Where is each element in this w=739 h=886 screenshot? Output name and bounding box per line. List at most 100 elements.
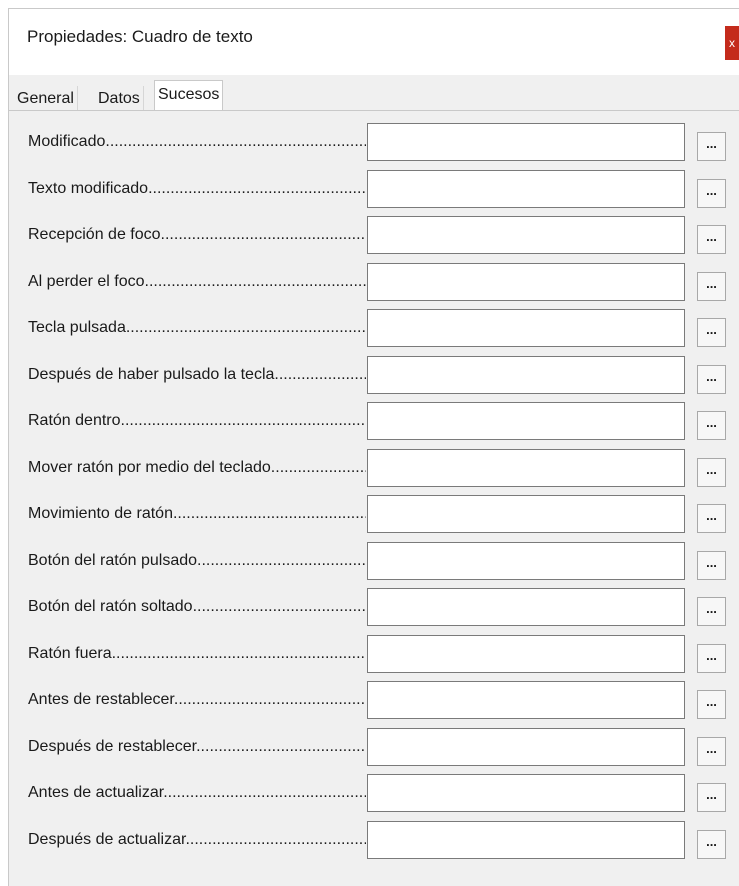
- assign-macro-button[interactable]: ...: [697, 178, 726, 208]
- event-row: Mover ratón por medio del teclado.......…: [9, 448, 739, 489]
- leader-dots: ........................................…: [105, 133, 366, 150]
- assign-macro-button[interactable]: ...: [697, 829, 726, 859]
- event-label-text: Botón del ratón soltado: [28, 598, 193, 615]
- event-macro-field[interactable]: [367, 634, 685, 673]
- event-row: Recepción de foco.......................…: [9, 216, 739, 256]
- leader-dots: ........................................…: [173, 691, 366, 708]
- event-label: Tecla pulsada...........................…: [28, 319, 366, 337]
- event-label: Antes de actualizar.....................…: [28, 784, 366, 802]
- event-label: Al perder el foco.......................…: [28, 273, 366, 291]
- event-macro-field[interactable]: [367, 262, 685, 301]
- event-label: Botón del ratón pulsado.................…: [28, 552, 366, 570]
- title-bar: Propiedades: Cuadro de texto x: [9, 9, 739, 63]
- event-macro-field[interactable]: [367, 448, 685, 487]
- event-macro-field[interactable]: [367, 774, 685, 812]
- event-label-text: Ratón fuera: [28, 644, 112, 662]
- events-panel: Modificado..............................…: [9, 110, 739, 886]
- event-row: Ratón dentro............................…: [9, 402, 739, 442]
- tab-general[interactable]: General: [14, 86, 78, 111]
- assign-macro-button[interactable]: ...: [697, 457, 726, 487]
- event-macro-field[interactable]: [367, 402, 685, 440]
- event-row: Ratón fuera.............................…: [9, 634, 739, 675]
- leader-dots: ........................................…: [270, 458, 366, 476]
- event-label-text: Ratón dentro: [28, 412, 121, 429]
- assign-macro-button[interactable]: ...: [697, 690, 726, 719]
- event-row: Modificado..............................…: [9, 123, 739, 163]
- assign-macro-button[interactable]: ...: [697, 318, 726, 347]
- assign-macro-button[interactable]: ...: [697, 132, 726, 161]
- leader-dots: ........................................…: [192, 598, 366, 615]
- event-row: Antes de restablecer....................…: [9, 681, 739, 721]
- event-label-text: Después de actualizar: [28, 830, 186, 848]
- event-row: Movimiento de ratón.....................…: [9, 495, 739, 535]
- event-label-text: Texto modificado: [28, 179, 149, 197]
- event-macro-field[interactable]: [367, 541, 685, 580]
- event-label: Modificado..............................…: [28, 133, 366, 151]
- assign-macro-button[interactable]: ...: [697, 643, 726, 673]
- assign-macro-button[interactable]: ...: [697, 504, 726, 533]
- leader-dots: ........................................…: [172, 505, 366, 522]
- event-row: Después de haber pulsado la tecla.......…: [9, 355, 739, 396]
- event-label-text: Modificado: [28, 133, 106, 150]
- event-label: Ratón fuera.............................…: [28, 645, 366, 663]
- assign-macro-button[interactable]: ...: [697, 736, 726, 766]
- event-label-text: Después de haber pulsado la tecla: [28, 365, 275, 383]
- event-label: Después de haber pulsado la tecla.......…: [28, 366, 366, 384]
- assign-macro-button[interactable]: ...: [697, 550, 726, 580]
- close-icon: x: [729, 36, 735, 50]
- tab-datos[interactable]: Datos: [95, 86, 144, 111]
- event-label: Ratón dentro............................…: [28, 412, 366, 430]
- dialog-title: Propiedades: Cuadro de texto: [27, 27, 253, 46]
- event-macro-field[interactable]: [367, 169, 685, 208]
- event-label: Movimiento de ratón.....................…: [28, 505, 366, 523]
- leader-dots: ........................................…: [148, 179, 366, 197]
- event-macro-field[interactable]: [367, 727, 685, 766]
- event-macro-field[interactable]: [367, 216, 685, 254]
- close-button[interactable]: x: [725, 26, 739, 60]
- tab-bar: General Datos Sucesos: [9, 75, 739, 113]
- event-label: Recepción de foco.......................…: [28, 226, 366, 244]
- assign-macro-button[interactable]: ...: [697, 783, 726, 812]
- event-macro-field[interactable]: [367, 123, 685, 161]
- leader-dots: ........................................…: [196, 737, 366, 755]
- leader-dots: ........................................…: [144, 272, 366, 290]
- event-row: Botón del ratón soltado.................…: [9, 588, 739, 628]
- event-label-text: Botón del ratón pulsado: [28, 551, 198, 569]
- event-label: Después de restablecer..................…: [28, 738, 366, 756]
- assign-macro-button[interactable]: ...: [697, 411, 726, 440]
- event-macro-field[interactable]: [367, 820, 685, 859]
- leader-dots: ........................................…: [163, 784, 366, 801]
- event-row: Después de restablecer..................…: [9, 727, 739, 768]
- assign-macro-button[interactable]: ...: [697, 364, 726, 394]
- event-label-text: Recepción de foco: [28, 226, 161, 243]
- event-macro-field[interactable]: [367, 588, 685, 626]
- tab-sucesos[interactable]: Sucesos: [154, 80, 224, 113]
- leader-dots: ........................................…: [120, 412, 366, 429]
- leader-dots: ........................................…: [111, 644, 366, 662]
- properties-dialog: Propiedades: Cuadro de texto x General D…: [8, 8, 739, 886]
- assign-macro-button[interactable]: ...: [697, 271, 726, 301]
- leader-dots: ........................................…: [274, 365, 366, 383]
- event-row: Al perder el foco.......................…: [9, 262, 739, 303]
- event-row: Antes de actualizar.....................…: [9, 774, 739, 814]
- event-macro-field[interactable]: [367, 681, 685, 719]
- leader-dots: ........................................…: [197, 551, 366, 569]
- event-macro-field[interactable]: [367, 355, 685, 394]
- leader-dots: ........................................…: [185, 830, 366, 848]
- assign-macro-button[interactable]: ...: [697, 597, 726, 626]
- leader-dots: ........................................…: [125, 319, 366, 336]
- event-row: Tecla pulsada...........................…: [9, 309, 739, 349]
- event-label-text: Antes de actualizar: [28, 784, 164, 801]
- event-label: Texto modificado........................…: [28, 180, 366, 198]
- event-label: Antes de restablecer....................…: [28, 691, 366, 709]
- event-label: Mover ratón por medio del teclado.......…: [28, 459, 366, 477]
- event-label-text: Mover ratón por medio del teclado: [28, 458, 271, 476]
- event-row: Botón del ratón pulsado.................…: [9, 541, 739, 582]
- leader-dots: ........................................…: [160, 226, 366, 243]
- assign-macro-button[interactable]: ...: [697, 225, 726, 254]
- event-row: Texto modificado........................…: [9, 169, 739, 210]
- event-label-text: Movimiento de ratón: [28, 505, 173, 522]
- event-label: Después de actualizar...................…: [28, 831, 366, 849]
- event-macro-field[interactable]: [367, 309, 685, 347]
- event-macro-field[interactable]: [367, 495, 685, 533]
